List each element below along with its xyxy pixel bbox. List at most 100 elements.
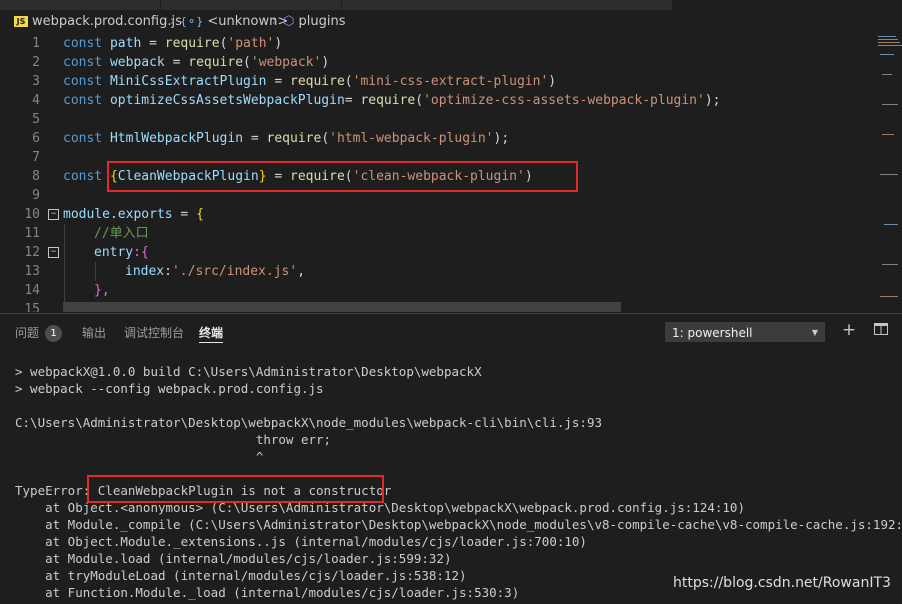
token: ( <box>415 93 424 108</box>
token: 'mini-css-extract-plugin' <box>352 74 549 89</box>
token: . <box>109 207 118 222</box>
problems-count-badge: 1 <box>45 325 63 342</box>
code-line-12: entry:{ <box>94 243 149 262</box>
breadcrumb-separator: › <box>170 14 176 29</box>
token: entry <box>94 245 134 260</box>
minimap-line <box>880 174 898 175</box>
code-editor[interactable]: 1 2 3 4 5 6 7 8 9 10 11 12 13 14 15 − − … <box>0 34 902 312</box>
line-number: 2 <box>32 55 40 70</box>
token: ); <box>493 131 510 146</box>
token: }, <box>94 283 110 298</box>
panel-tab-bar: 问题 1 输出 调试控制台 终端 1: powershell ▼ + <box>0 314 902 348</box>
code-line-6: const HtmlWebpackPlugin = require('html-… <box>63 129 509 148</box>
terminal-line: throw err; <box>15 432 332 447</box>
breadcrumb: JS webpack.prod.config.js › {⚬} <unknown>… <box>0 10 902 34</box>
terminal-line: > webpackX@1.0.0 build C:\Users\Administ… <box>15 364 482 379</box>
indent-guide <box>64 224 65 312</box>
error-highlight-box <box>87 475 384 503</box>
line-number: 4 <box>32 93 40 108</box>
token: index <box>125 264 165 279</box>
terminal-line: at Module.load (internal/modules/cjs/loa… <box>15 551 452 566</box>
minimap-line <box>880 54 894 55</box>
token: require <box>188 55 244 70</box>
terminal-line: at Object.Module._extensions..js (intern… <box>15 534 587 549</box>
token: = <box>172 207 197 222</box>
token: = <box>243 131 267 146</box>
editor-tab-strip <box>0 0 902 10</box>
javascript-file-icon: JS <box>14 16 28 27</box>
breadcrumb-plugins[interactable]: ⬡ plugins <box>283 10 345 34</box>
token: ); <box>704 93 721 108</box>
token: './src/index.js' <box>171 264 298 279</box>
token: = <box>266 74 290 89</box>
tab-output[interactable]: 输出 <box>82 324 106 341</box>
horizontal-scrollbar[interactable] <box>63 302 621 312</box>
token: ) <box>321 55 330 70</box>
line-number: 6 <box>32 131 40 146</box>
line-number: 1 <box>32 36 40 51</box>
code-line-2: const webpack = require('webpack') <box>63 53 329 72</box>
tab-debug-console[interactable]: 调试控制台 <box>124 324 184 341</box>
minimap-line <box>882 264 898 265</box>
breadcrumb-file[interactable]: JS webpack.prod.config.js <box>14 10 182 34</box>
add-terminal-icon[interactable]: + <box>839 320 859 340</box>
line-number: 12 <box>24 245 40 260</box>
token: MiniCssExtractPlugin <box>109 74 267 89</box>
token: require <box>360 93 416 108</box>
code-line-4: const optimizeCssAssetsWebpackPlugin= re… <box>63 91 720 110</box>
code-line-3: const MiniCssExtractPlugin = require('mi… <box>63 72 556 91</box>
token: = <box>164 55 189 70</box>
token: const <box>63 36 110 51</box>
bottom-panel: 问题 1 输出 调试控制台 终端 1: powershell ▼ + > webp… <box>0 313 902 604</box>
minimap-line <box>878 45 902 46</box>
line-number: 9 <box>32 188 40 203</box>
line-number: 8 <box>32 169 40 184</box>
token: { <box>196 207 204 222</box>
minimap-line <box>880 296 898 297</box>
editor-tab[interactable] <box>0 0 161 10</box>
terminal-select[interactable]: 1: powershell ▼ <box>665 322 825 342</box>
line-number: 10 <box>24 207 40 222</box>
minimap[interactable] <box>874 34 902 312</box>
split-panel-icon[interactable] <box>871 320 891 340</box>
token: ) <box>548 74 557 89</box>
token: const <box>63 131 110 146</box>
chevron-down-icon: ▼ <box>811 328 818 337</box>
token: , <box>297 264 306 279</box>
token: ( <box>243 55 251 70</box>
token: optimizeCssAssetsWebpackPlugin <box>109 93 345 108</box>
fold-collapse-icon[interactable]: − <box>48 247 59 258</box>
line-number: 7 <box>32 150 40 165</box>
token: path <box>109 36 142 51</box>
terminal-line: at Function.Module._load (internal/modul… <box>15 585 520 600</box>
active-tab-underline <box>199 342 223 343</box>
token: :{ <box>133 245 149 260</box>
minimap-line <box>878 42 900 43</box>
line-number: 3 <box>32 74 40 89</box>
token: require <box>290 74 345 89</box>
token: const <box>63 74 110 89</box>
token: module <box>63 207 110 222</box>
fold-collapse-icon[interactable]: − <box>48 209 59 220</box>
minimap-line <box>884 224 898 225</box>
editor-tab[interactable] <box>342 0 673 10</box>
code-line-14: }, <box>94 281 110 300</box>
token: 'path' <box>227 36 275 51</box>
token: 'optimize-css-assets-webpack-plugin' <box>423 93 705 108</box>
tab-problems[interactable]: 问题 1 <box>15 324 63 342</box>
breadcrumb-file-label: webpack.prod.config.js <box>32 14 182 29</box>
token: = <box>344 93 361 108</box>
token: 'webpack' <box>250 55 322 70</box>
editor-tab[interactable] <box>161 0 342 10</box>
tab-problems-label: 问题 <box>15 326 40 340</box>
token: const <box>63 93 110 108</box>
tab-terminal[interactable]: 终端 <box>199 324 223 341</box>
editor-tab-active[interactable] <box>673 0 902 10</box>
token: const <box>63 169 110 184</box>
minimap-line <box>882 104 898 105</box>
token: ) <box>274 36 283 51</box>
line-number: 5 <box>32 112 40 127</box>
minimap-line <box>882 74 892 75</box>
token: require <box>266 131 322 146</box>
terminal-line: at Module._compile (C:\Users\Administrat… <box>15 517 902 532</box>
